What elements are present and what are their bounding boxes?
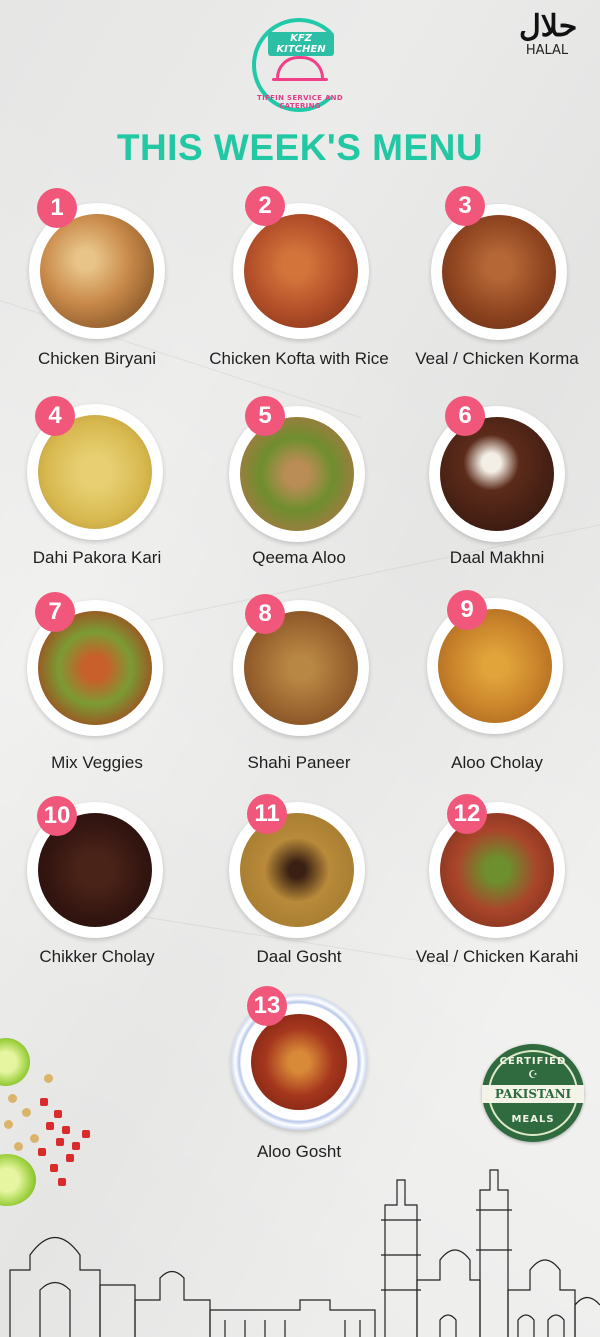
menu-item-8: 8 Shahi Paneer xyxy=(209,590,389,790)
item-name: Aloo Gosht xyxy=(256,1142,342,1161)
menu-item-9: 9 Aloo Cholay xyxy=(407,590,587,790)
menu-item-4: 4 Dahi Pakora Kari xyxy=(7,396,187,596)
menu-item-3: 3 Veal / Chicken Korma xyxy=(407,186,587,396)
menu-item-2: 2 Chicken Kofta with Rice xyxy=(209,186,389,396)
menu-item-12: 12 Veal / Chicken Karahi xyxy=(407,794,587,994)
item-number-badge: 11 xyxy=(247,794,287,834)
menu-item-5: 5 Qeema Aloo xyxy=(209,396,389,596)
item-name: Dahi Pakora Kari xyxy=(32,548,162,567)
item-number-badge: 6 xyxy=(445,396,485,436)
item-name: Shahi Paneer xyxy=(247,753,351,772)
food-image xyxy=(244,214,358,328)
item-name: Qeema Aloo xyxy=(252,548,346,567)
certified-bottom-text: MEALS xyxy=(511,1114,555,1125)
item-name: Daal Makhni xyxy=(449,548,545,567)
item-number-badge: 4 xyxy=(35,396,75,436)
item-name: Mix Veggies xyxy=(51,753,143,772)
food-image xyxy=(442,215,556,329)
halal-badge: حلال HALAL xyxy=(519,9,578,66)
kfz-kitchen-logo: KFZ KITCHEN TIFFIN SERVICE AND CATERING xyxy=(246,14,356,118)
item-name: Daal Gosht xyxy=(256,947,342,966)
item-name: Veal / Chicken Korma xyxy=(415,349,579,368)
plate-icon xyxy=(272,78,328,81)
item-number-badge: 9 xyxy=(447,590,487,630)
dish-plate xyxy=(233,203,369,339)
halal-glyph: حلال xyxy=(519,9,578,44)
menu-item-13: 13 Aloo Gosht xyxy=(209,986,389,1166)
dish-plate xyxy=(427,598,563,734)
dish-plate xyxy=(431,204,567,340)
item-number-badge: 10 xyxy=(37,796,77,836)
skyline-illustration xyxy=(9,1169,600,1337)
item-number-badge: 8 xyxy=(245,594,285,634)
crescent-star-icon: ☪ xyxy=(528,1068,538,1081)
logo-tagline: TIFFIN SERVICE AND CATERING xyxy=(257,94,343,110)
item-number-badge: 7 xyxy=(35,592,75,632)
logo-brand: KFZ KITCHEN xyxy=(268,32,334,56)
food-image xyxy=(251,1014,347,1110)
certified-pakistani-meals-badge: CERTIFIED ☪ PAKISTANI MEALS xyxy=(482,1044,584,1142)
menu-item-10: 10 Chikker Cholay xyxy=(7,794,187,994)
item-name: Chicken Biryani xyxy=(37,349,157,368)
halal-label: HALAL xyxy=(525,43,569,58)
menu-item-11: 11 Daal Gosht xyxy=(209,794,389,994)
item-number-badge: 3 xyxy=(445,186,485,226)
certified-top-text: CERTIFIED xyxy=(499,1056,567,1067)
page-title: THIS WEEK'S MENU xyxy=(116,127,484,168)
item-number-badge: 13 xyxy=(247,986,287,1026)
menu-item-6: 6 Daal Makhni xyxy=(407,396,587,596)
item-name: Veal / Chicken Karahi xyxy=(415,947,579,966)
item-name: Aloo Cholay xyxy=(451,753,543,772)
menu-item-1: 1 Chicken Biryani xyxy=(7,186,187,396)
item-number-badge: 2 xyxy=(245,186,285,226)
item-number-badge: 12 xyxy=(447,794,487,834)
item-number-badge: 5 xyxy=(245,396,285,436)
food-image xyxy=(40,214,154,328)
menu-item-7: 7 Mix Veggies xyxy=(7,590,187,790)
item-number-badge: 1 xyxy=(37,188,77,228)
item-name: Chicken Kofta with Rice xyxy=(209,349,389,368)
item-name: Chikker Cholay xyxy=(39,947,155,966)
certified-middle-text: PAKISTANI xyxy=(482,1085,584,1103)
